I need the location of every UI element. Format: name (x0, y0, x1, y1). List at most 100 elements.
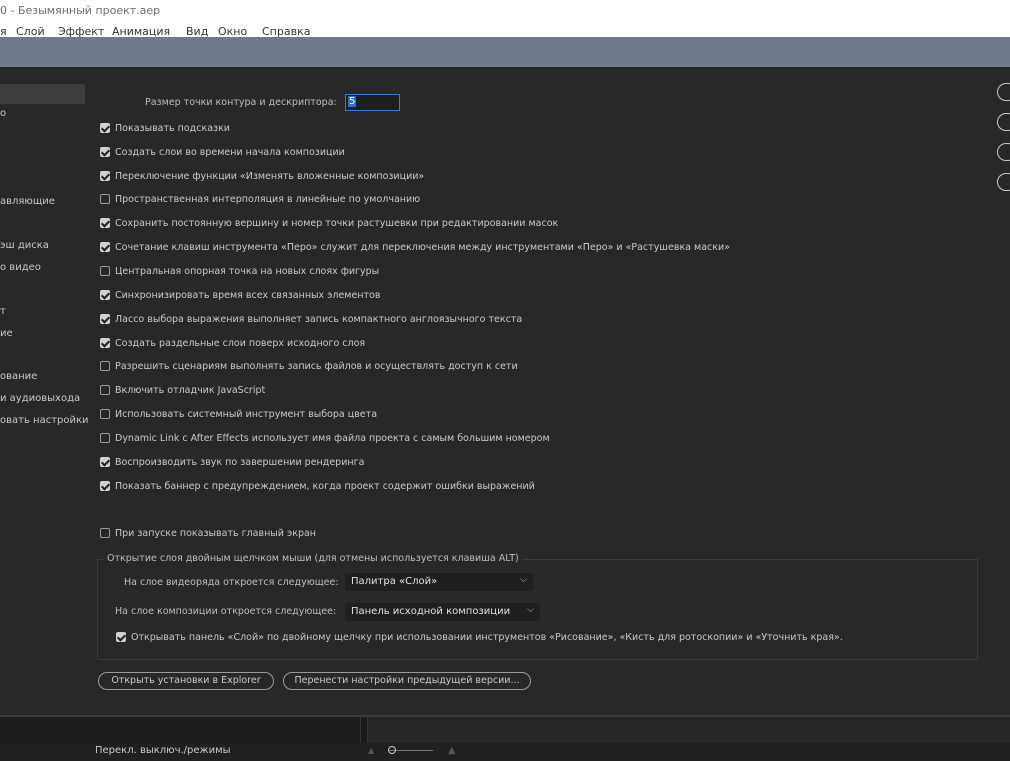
checkbox-icon[interactable] (100, 384, 110, 395)
checkbox-icon[interactable] (100, 217, 110, 228)
checkbox-label: Показать баннер с предупреждением, когда… (115, 481, 535, 492)
checkbox-label: Лассо выбора выражения выполняет запись … (115, 314, 523, 325)
checkbox-pen-tool-shortcut[interactable]: Сочетание клавиш инструмента «Перо» служ… (100, 241, 730, 256)
reveal-preferences-button[interactable]: Открыть установки в Explorer (98, 672, 274, 690)
timeline-panel: Перекл. выключ./режимы ▲ ▲ (0, 715, 1010, 761)
checkbox-icon[interactable] (100, 360, 110, 371)
checkbox-icon[interactable] (100, 432, 110, 443)
checkbox-dynamic-link[interactable]: Dynamic Link с After Effects использует … (100, 432, 550, 447)
sidebar-item-general[interactable] (0, 84, 85, 104)
checkbox-center-anchor-shape[interactable]: Центральная опорная точка на новых слоях… (100, 265, 380, 280)
checkbox-layers-at-comp-start[interactable]: Создать слои во времени начала композици… (100, 146, 345, 161)
window-title: 0 - Безымянный проект.aep (0, 4, 161, 17)
comp-open-dropdown[interactable]: Панель исходной композиции ⌵ (345, 603, 540, 621)
checkbox-js-debugger[interactable]: Включить отладчик JavaScript (100, 384, 266, 399)
ok-button[interactable] (997, 83, 1010, 101)
comp-open-label: На слое композиции откроется следующее: (115, 606, 337, 617)
panel-splitter[interactable] (360, 717, 368, 745)
checkbox-label: Воспроизводить звук по завершении рендер… (115, 457, 365, 468)
checkbox-label: Dynamic Link с After Effects использует … (115, 433, 550, 444)
next-button[interactable] (997, 173, 1010, 191)
checkbox-icon[interactable] (100, 241, 110, 252)
point-size-value: 5 (348, 96, 357, 107)
checkbox-label: Переключение функции «Изменять вложенные… (115, 171, 425, 182)
cancel-button[interactable] (997, 113, 1010, 131)
checkbox-label: Разрешить сценариям выполнять запись фай… (115, 361, 518, 372)
checkbox-show-tooltips[interactable]: Показывать подсказки (100, 122, 230, 137)
zoom-out-icon[interactable]: ▲ (368, 746, 374, 755)
checkbox-icon[interactable] (116, 631, 126, 642)
checkbox-label: Пространственная интерполяция в линейные… (115, 194, 421, 205)
sidebar-item-sync-settings[interactable]: овать настройки (0, 415, 89, 426)
checkbox-icon[interactable] (100, 193, 110, 204)
checkbox-label: Центральная опорная точка на новых слоях… (115, 266, 380, 277)
checkbox-linear-interpolation[interactable]: Пространственная интерполяция в линейные… (100, 193, 421, 208)
checkbox-icon[interactable] (100, 408, 110, 419)
sidebar-item-memory[interactable]: ование (0, 371, 37, 382)
checkbox-label: Синхронизировать время всех связанных эл… (115, 290, 381, 301)
checkbox-icon[interactable] (100, 456, 110, 467)
checkbox-label: Создать слои во времени начала композици… (115, 147, 345, 158)
sidebar-item-import[interactable]: т (0, 306, 6, 317)
sidebar-item-audio-output[interactable]: и аудиовыхода (0, 393, 80, 404)
checkbox-scripts-network[interactable]: Разрешить сценариям выполнять запись фай… (100, 360, 518, 375)
checkbox-label: Включить отладчик JavaScript (115, 385, 266, 396)
timeline-area (368, 717, 1010, 745)
checkbox-label: Создать раздельные слои поверх исходного… (115, 338, 366, 349)
checkbox-nested-comps[interactable]: Переключение функции «Изменять вложенные… (100, 170, 425, 185)
checkbox-icon[interactable] (100, 289, 110, 300)
double-click-group-title: Открытие слоя двойным щелчком мыши (для … (104, 553, 522, 564)
zoom-in-icon[interactable]: ▲ (448, 745, 456, 756)
footage-open-value: Палитра «Слой» (351, 576, 438, 587)
menu-bar: я Слой Эффект Анимация Вид Окно Справка (0, 22, 1010, 37)
checkbox-icon[interactable] (100, 337, 110, 348)
sidebar-item-disk-cache[interactable]: эш диска (0, 240, 49, 251)
checkbox-icon[interactable] (100, 527, 110, 538)
migrate-settings-button[interactable]: Перенести настройки предыдущей версии... (283, 672, 531, 690)
comp-open-value: Панель исходной композиции (351, 606, 511, 617)
sidebar-item-video-preview[interactable]: о видео (0, 262, 41, 273)
window-titlebar: 0 - Безымянный проект.aep (0, 0, 1010, 22)
checkbox-system-color-picker[interactable]: Использовать системный инструмент выбора… (100, 408, 378, 423)
footage-open-label: На слое видеоряда откроется следующее: (124, 577, 339, 588)
chevron-down-icon: ⌵ (520, 575, 527, 585)
checkbox-icon[interactable] (100, 313, 110, 324)
chevron-down-icon: ⌵ (527, 605, 534, 615)
checkbox-preserve-mask-vertex[interactable]: Сохранить постоянную вершину и номер точ… (100, 217, 559, 232)
menu-item-help[interactable]: Справка (262, 25, 310, 37)
menu-item-effect[interactable]: Эффект (58, 25, 104, 37)
checkbox-icon[interactable] (100, 122, 110, 133)
checkbox-show-home-screen[interactable]: При запуске показывать главный экран (100, 527, 317, 542)
menu-item-file[interactable]: я (0, 25, 7, 37)
menu-item-layer[interactable]: Слой (16, 25, 45, 37)
point-size-label: Размер точки контура и дескриптора: (145, 97, 337, 108)
zoom-slider-handle[interactable] (388, 746, 396, 754)
menu-item-animation[interactable]: Анимация (112, 25, 170, 37)
menu-item-window[interactable]: Окно (218, 25, 247, 37)
checkbox-expression-pickwhip[interactable]: Лассо выбора выражения выполняет запись … (100, 313, 523, 328)
toggle-switches-modes-button[interactable]: Перекл. выключ./режимы (95, 745, 231, 756)
footage-open-dropdown[interactable]: Палитра «Слой» ⌵ (345, 573, 533, 591)
sidebar-item-guides[interactable]: авляющие (0, 196, 55, 207)
checkbox-icon[interactable] (100, 170, 110, 181)
checkbox-label: Использовать системный инструмент выбора… (115, 409, 378, 420)
menu-item-view[interactable]: Вид (186, 25, 208, 37)
checkbox-sync-time[interactable]: Синхронизировать время всех связанных эл… (100, 289, 381, 304)
sidebar-item-appearance[interactable]: ие (0, 328, 13, 339)
checkbox-icon[interactable] (100, 265, 110, 276)
checkbox-expression-error-banner[interactable]: Показать баннер с предупреждением, когда… (100, 480, 535, 495)
checkbox-open-layer-panel[interactable]: Открывать панель «Слой» по двойному щелч… (116, 631, 843, 646)
checkbox-label: Сохранить постоянную вершину и номер точ… (115, 218, 559, 229)
checkbox-label: Сочетание клавиш инструмента «Перо» служ… (115, 242, 730, 253)
checkbox-label: Открывать панель «Слой» по двойному щелч… (131, 632, 843, 643)
sidebar-item-preview[interactable]: о (0, 108, 6, 119)
previous-button[interactable] (997, 143, 1010, 161)
checkbox-split-layers[interactable]: Создать раздельные слои поверх исходного… (100, 337, 366, 352)
point-size-input[interactable]: 5 (345, 94, 400, 111)
checkbox-label: При запуске показывать главный экран (115, 528, 317, 539)
checkbox-icon[interactable] (100, 146, 110, 157)
checkbox-render-sound[interactable]: Воспроизводить звук по завершении рендер… (100, 456, 365, 471)
dialog-header (0, 37, 1010, 67)
checkbox-icon[interactable] (100, 480, 110, 491)
checkbox-label: Показывать подсказки (115, 123, 230, 134)
